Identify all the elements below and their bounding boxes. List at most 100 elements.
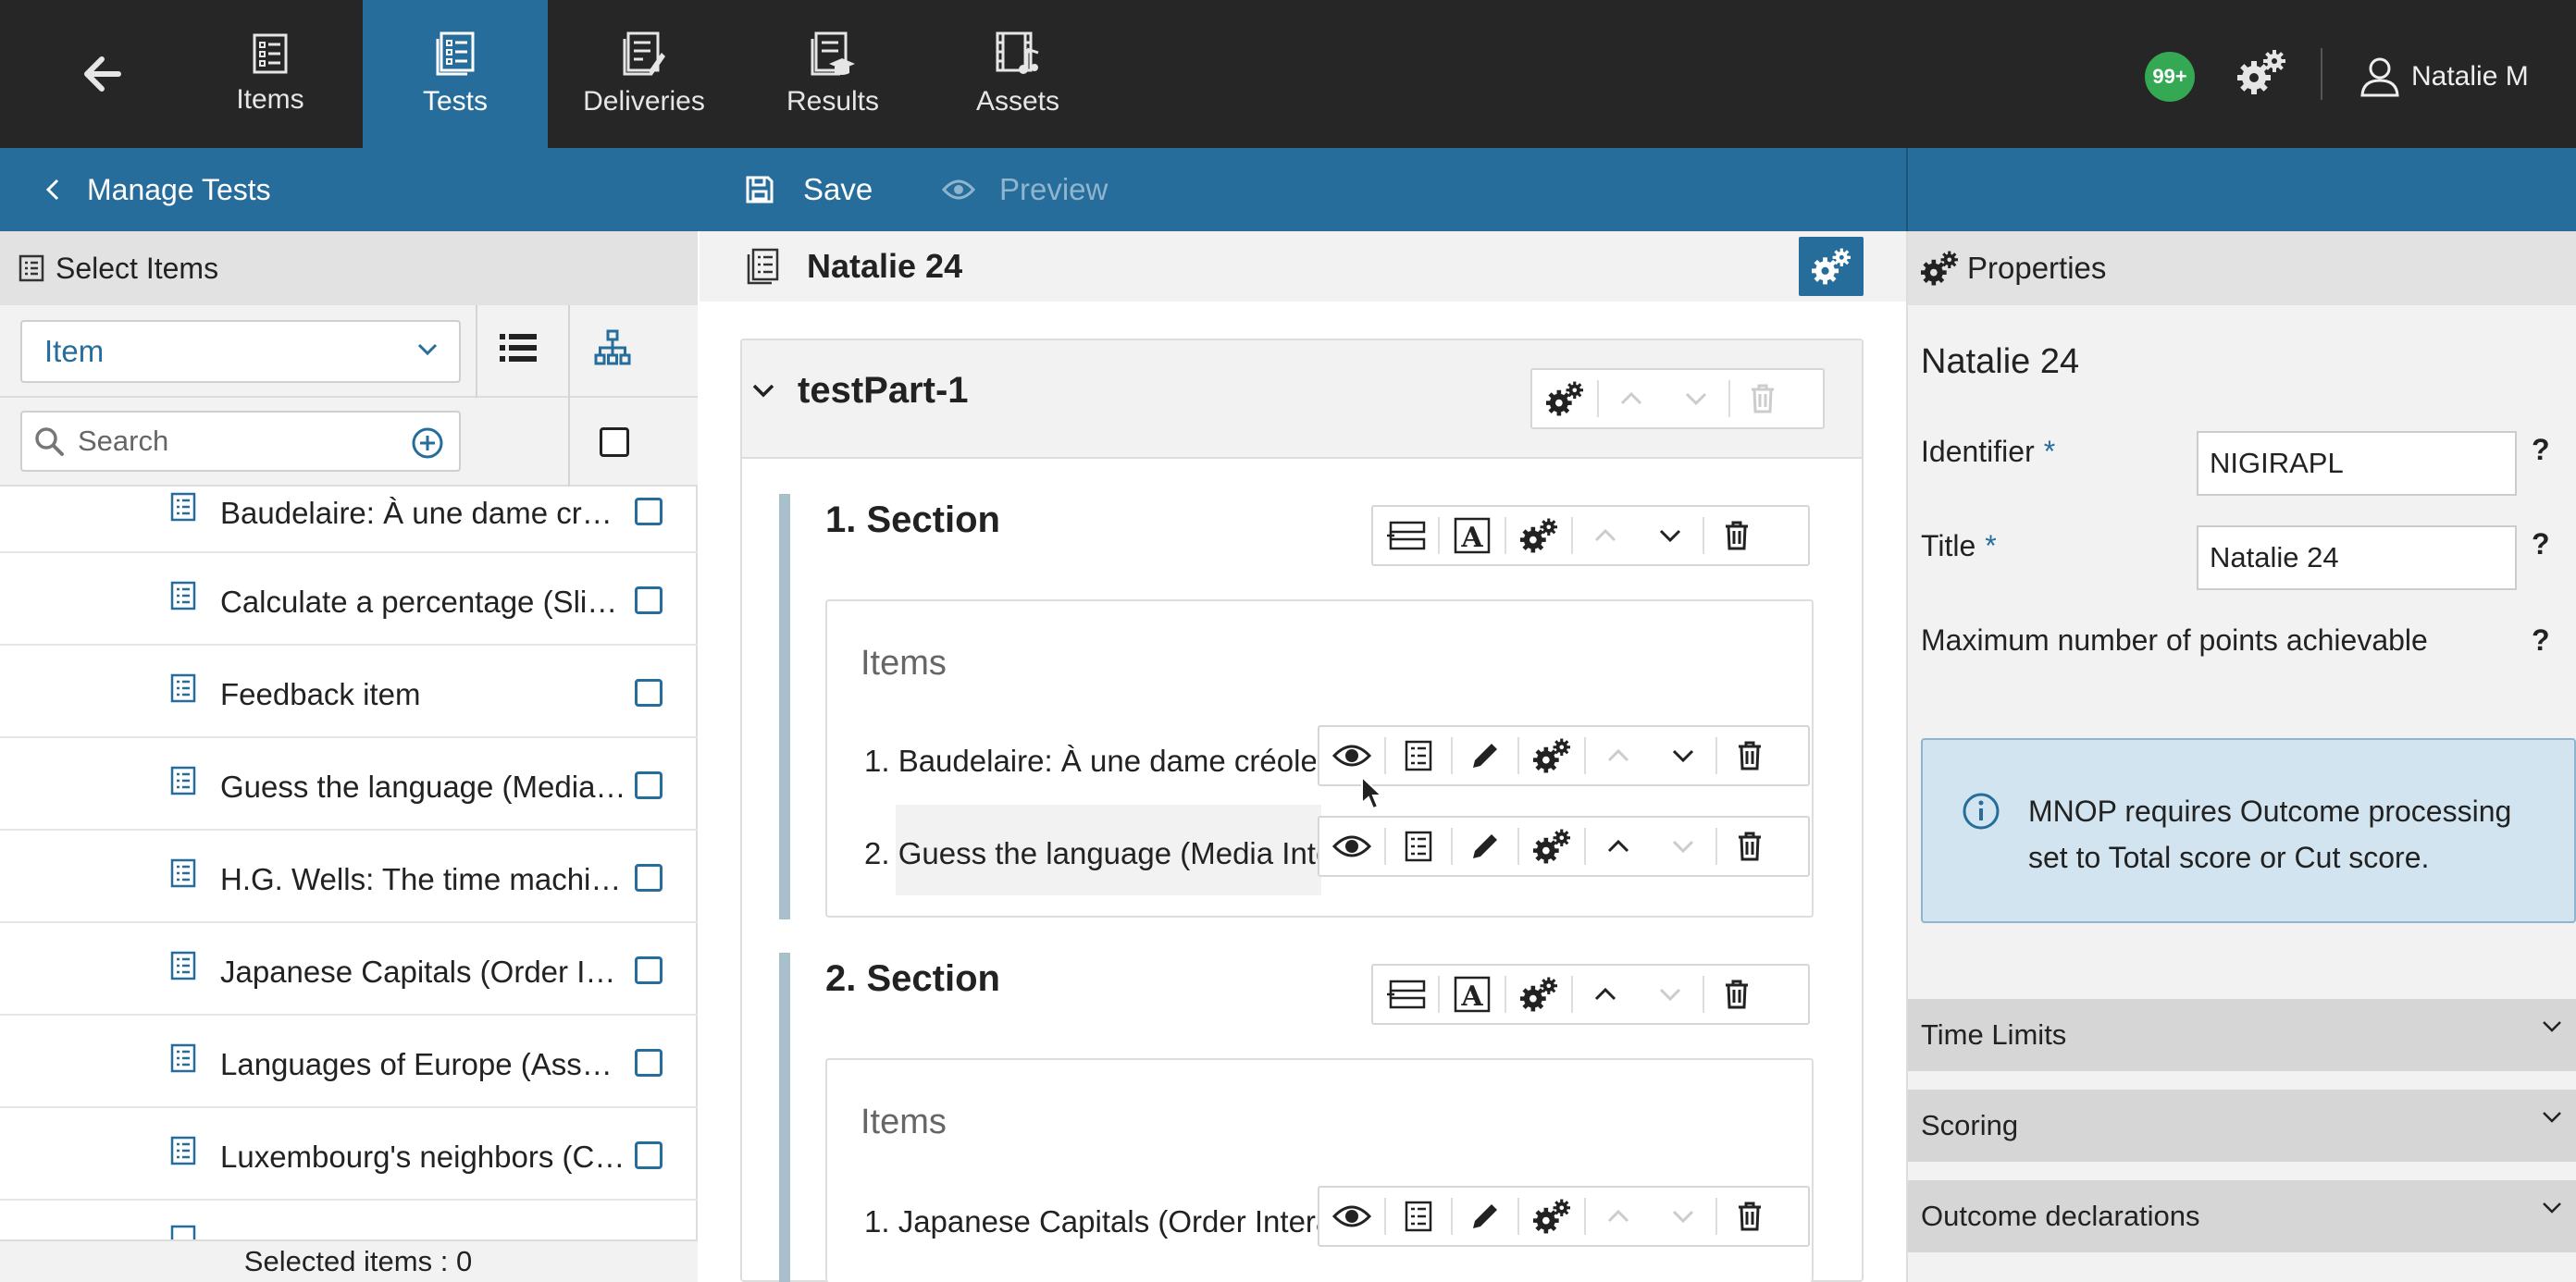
move-up-button[interactable] [1599,370,1664,427]
list-item[interactable] [0,1201,698,1239]
nav-tab-results[interactable]: Results [740,0,925,148]
item-type-select[interactable]: Item [20,320,461,383]
save-button[interactable]: Save [746,148,873,231]
add-item-button[interactable] [1373,966,1438,1023]
item-properties-button[interactable] [1386,1188,1451,1245]
item-checkbox[interactable] [635,498,663,525]
move-down-button[interactable] [1651,727,1715,784]
preview-item-button[interactable] [1319,1188,1384,1245]
settings-button[interactable] [1519,818,1584,875]
title-input[interactable]: Natalie 24 [2197,525,2517,590]
settings-button[interactable] [1519,727,1584,784]
back-button[interactable] [0,0,204,148]
nav-label: Deliveries [583,86,705,117]
item-ref[interactable]: 1. Baudelaire: À une dame créole [864,744,1316,779]
identifier-input[interactable]: NIGIRAPL [2197,431,2517,496]
search-input[interactable]: Search [20,411,461,472]
chevron-down-icon [2543,1021,2561,1032]
move-down-button[interactable] [1638,966,1703,1023]
move-up-button[interactable] [1586,1188,1651,1245]
title-label: Title * [1921,529,1997,563]
time-limits-accordion[interactable]: Time Limits [1908,999,2576,1071]
outcome-declarations-accordion[interactable]: Outcome declarations [1908,1180,2576,1252]
help-icon[interactable]: ? [2532,623,2550,658]
move-up-button[interactable] [1573,507,1638,564]
item-list: Baudelaire: À une dame cré… Calculate a … [0,487,698,1239]
item-ref[interactable]: 2. Guess the language (Media Inte [864,836,1318,871]
title-label-text: Title [1921,529,1976,562]
move-down-button[interactable] [1651,1188,1715,1245]
delete-button[interactable] [1717,727,1782,784]
edit-button[interactable] [1453,1188,1517,1245]
nav-tab-deliveries[interactable]: Deliveries [553,0,735,148]
move-up-button[interactable] [1586,818,1651,875]
move-down-button[interactable] [1638,507,1703,564]
nav-tab-tests[interactable]: Tests [363,0,548,148]
add-filter-button[interactable] [411,426,444,460]
scoring-accordion[interactable]: Scoring [1908,1090,2576,1162]
item-checkbox[interactable] [635,1141,663,1169]
items-icon [1405,740,1432,771]
item-checkbox[interactable] [635,679,663,707]
divider [476,305,477,398]
list-item[interactable]: Japanese Capitals (Order In… [0,923,698,1016]
settings-button[interactable] [1532,370,1597,427]
list-item[interactable]: Feedback item [0,646,698,738]
rubric-block-button[interactable]: A [1440,507,1505,564]
list-item[interactable]: Luxembourg's neighbors (C… [0,1108,698,1201]
settings-button[interactable] [1519,1188,1584,1245]
edit-button[interactable] [1453,818,1517,875]
list-item[interactable]: Guess the language (Media … [0,738,698,831]
settings-button[interactable] [1506,507,1571,564]
move-up-button[interactable] [1586,727,1651,784]
item-checkbox[interactable] [635,864,663,892]
item-checkbox[interactable] [635,1049,663,1077]
delete-button[interactable] [1704,507,1769,564]
item-checkbox[interactable] [635,771,663,799]
delete-button[interactable] [1704,966,1769,1023]
section-toolbar: A [1371,964,1810,1025]
preview-item-button[interactable] [1319,818,1384,875]
help-icon[interactable]: ? [2532,527,2550,561]
item-ref[interactable]: 1. Japanese Capitals (Order Intera [864,1204,1318,1239]
item-properties-button[interactable] [1386,727,1451,784]
plus-circle-icon [412,427,443,459]
delete-button[interactable] [1717,1188,1782,1245]
test-settings-button[interactable] [1799,237,1864,296]
search-icon [33,425,65,457]
rubric-block-button[interactable]: A [1440,966,1505,1023]
add-item-button[interactable] [1373,507,1438,564]
section-title: 2. Section [825,958,1000,999]
edit-button[interactable] [1453,727,1517,784]
tree-view-button[interactable] [594,329,631,366]
move-down-button[interactable] [1664,370,1728,427]
delete-button[interactable] [1717,818,1782,875]
manage-tests-link[interactable]: Manage Tests [46,148,271,231]
select-all-checkbox[interactable] [600,427,629,457]
settings-button[interactable] [1506,966,1571,1023]
move-down-button[interactable] [1651,818,1715,875]
items-icon [1405,831,1432,862]
settings-button[interactable] [2235,48,2287,96]
nav-tab-assets[interactable]: Assets [925,0,1110,148]
panel-title: Select Items [56,251,219,285]
nav-tab-items[interactable]: Items [218,0,322,148]
preview-button[interactable]: Preview [942,148,1108,231]
item-title: Luxembourg's neighbors (C… [220,1140,625,1174]
move-up-button[interactable] [1573,966,1638,1023]
help-icon[interactable]: ? [2532,433,2550,467]
list-view-button[interactable] [500,331,537,364]
list-item[interactable]: Calculate a percentage (Sli… [0,553,698,646]
list-item[interactable]: Baudelaire: À une dame cré… [0,487,698,553]
delete-button[interactable] [1730,370,1795,427]
user-name: Natalie M [2411,61,2529,92]
item-properties-button[interactable] [1386,818,1451,875]
test-part-title-row[interactable]: testPart-1 [751,370,969,412]
item-checkbox[interactable] [635,956,663,984]
eye-icon [942,179,975,200]
list-item[interactable]: H.G. Wells: The time machi… [0,831,698,923]
item-checkbox[interactable] [635,586,663,614]
list-item[interactable]: Languages of Europe (Asso… [0,1016,698,1108]
user-menu[interactable]: Natalie M [2359,52,2529,102]
notifications-badge[interactable]: 99+ [2145,52,2195,102]
